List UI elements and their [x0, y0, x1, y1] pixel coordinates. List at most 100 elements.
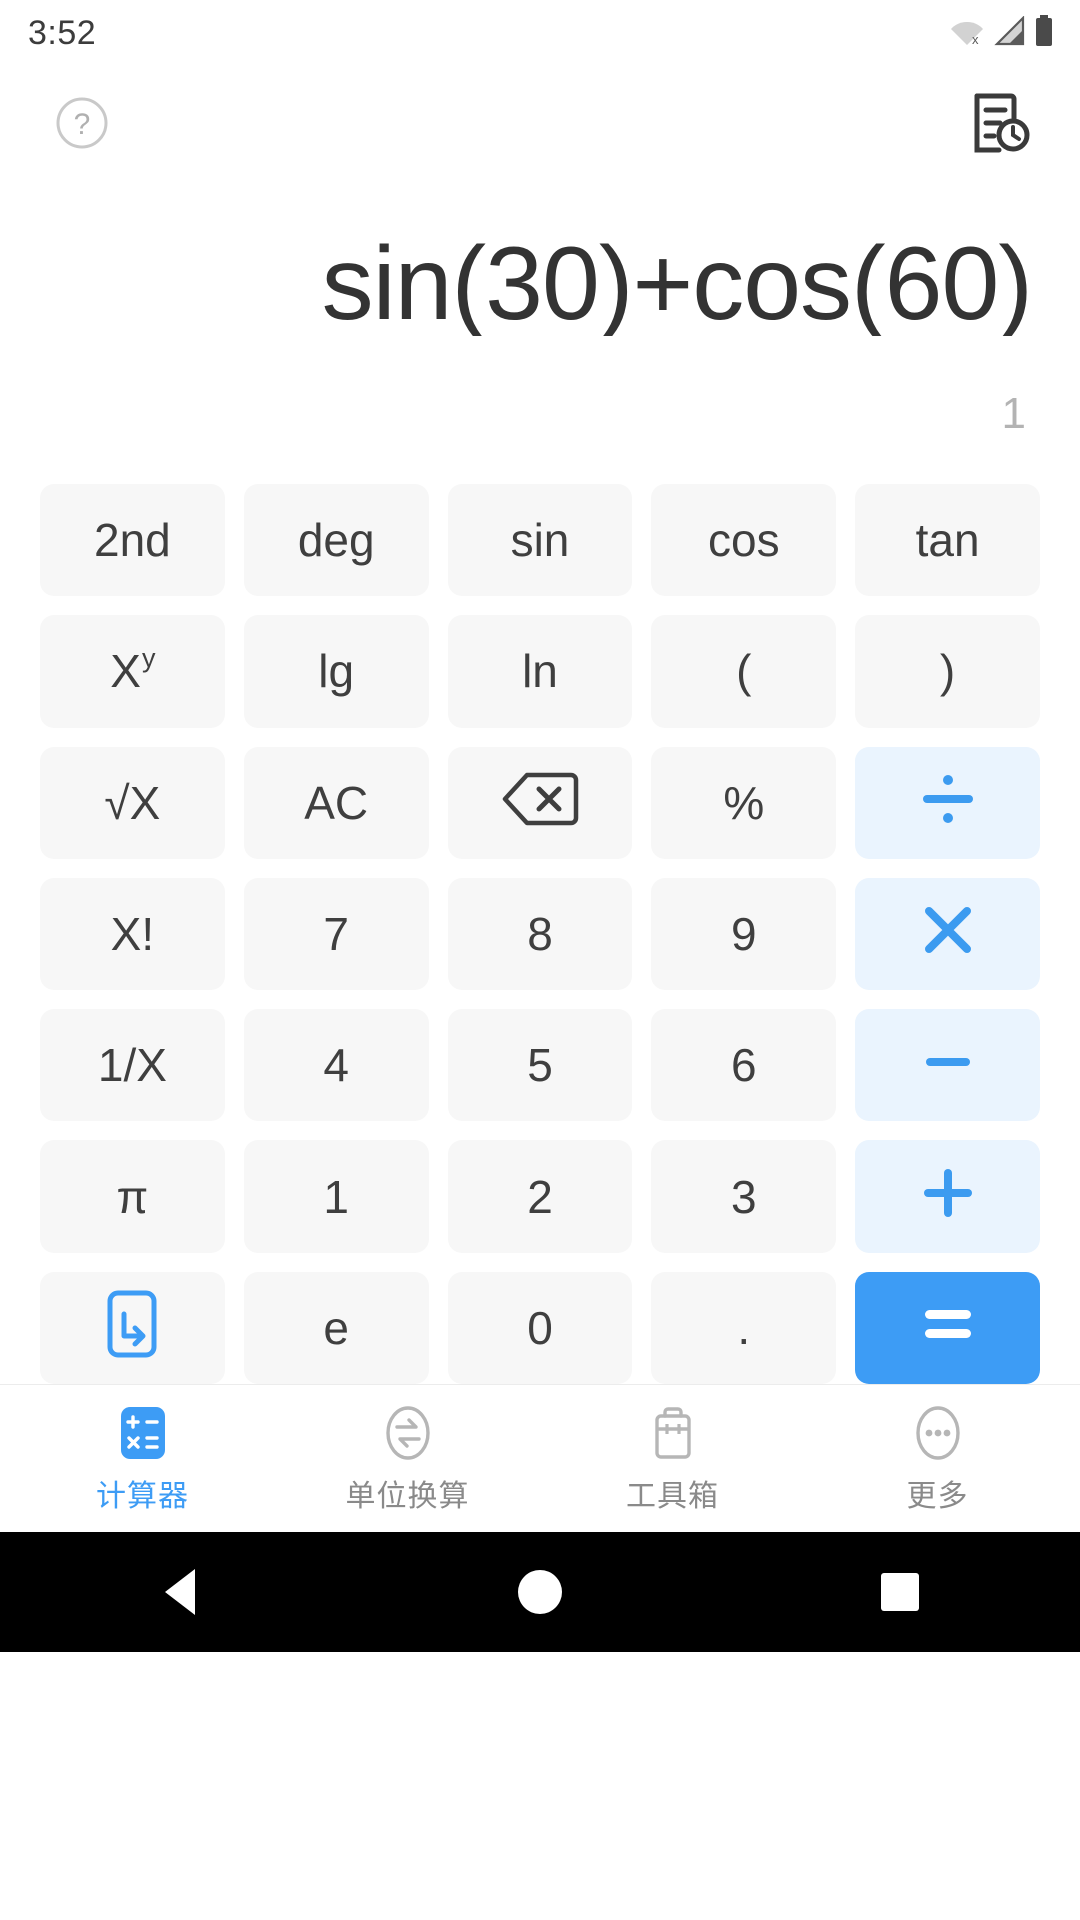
wifi-off-icon: x	[950, 16, 984, 51]
battery-icon	[1034, 14, 1054, 52]
svg-text:?: ?	[74, 108, 91, 141]
key-multiply[interactable]	[855, 877, 1040, 991]
key-label: lg	[318, 645, 355, 698]
key-minus[interactable]	[855, 1009, 1040, 1122]
key-3[interactable]: 3	[651, 1140, 837, 1253]
divide-icon	[919, 770, 977, 835]
recents-icon	[881, 1573, 919, 1611]
calculator-icon	[117, 1403, 169, 1461]
key-percent[interactable]: %	[651, 746, 837, 859]
status-icon-group: x	[950, 14, 1054, 52]
key-label: .	[737, 1301, 751, 1354]
backspace-icon	[501, 771, 579, 834]
key-label: 8	[527, 907, 553, 960]
key-4[interactable]: 4	[243, 1009, 429, 1122]
key-pi[interactable]: π	[40, 1140, 225, 1253]
status-bar: 3:52 x	[0, 0, 1080, 66]
minus-icon	[920, 1034, 976, 1097]
key-power[interactable]: Xy	[40, 615, 225, 728]
key-0[interactable]: 0	[447, 1271, 633, 1384]
key-label: 4	[323, 1039, 349, 1092]
help-circle-icon: ?	[55, 96, 109, 155]
key-label: (	[736, 645, 752, 698]
key-tan[interactable]: tan	[855, 484, 1040, 597]
key-collapse-keypad[interactable]	[40, 1271, 225, 1384]
key-factorial[interactable]: X!	[40, 877, 225, 991]
tab-label: 计算器	[96, 1479, 189, 1513]
android-back-button[interactable]	[120, 1532, 240, 1652]
calculator-app: 3:52 x ? sin(30)+cos(60) 1 2nd deg sin c…	[0, 0, 1080, 1920]
status-time: 3:52	[28, 13, 97, 52]
key-all-clear[interactable]: AC	[243, 746, 429, 859]
key-label: 1/X	[97, 1039, 167, 1092]
key-backspace[interactable]	[447, 746, 633, 859]
history-document-icon	[967, 90, 1033, 161]
android-home-button[interactable]	[480, 1532, 600, 1652]
more-dots-icon	[911, 1403, 965, 1461]
tab-label: 工具箱	[626, 1479, 719, 1513]
tab-label: 更多	[906, 1479, 969, 1513]
key-label: ln	[522, 645, 558, 698]
key-label: e	[323, 1301, 349, 1354]
bottom-tab-bar: 计算器 单位换算 工具箱 更多	[0, 1384, 1080, 1532]
key-label: %	[723, 776, 765, 829]
key-label: π	[116, 1170, 149, 1223]
key-sqrt[interactable]: √X	[40, 746, 225, 859]
android-recents-button[interactable]	[840, 1532, 960, 1652]
keypad: 2nd deg sin cos tan Xy lg ln () √X AC% X! 7 8 9 1/X 4 5 6 π…	[0, 484, 1080, 1384]
key-e[interactable]: e	[243, 1271, 429, 1384]
tab-unit-conversion[interactable]: 单位换算	[275, 1403, 540, 1515]
home-icon	[518, 1570, 562, 1614]
key-close-paren[interactable]: )	[855, 615, 1040, 728]
key-label: 2nd	[94, 514, 171, 567]
key-label: deg	[297, 514, 375, 567]
key-label: 9	[730, 907, 757, 960]
key-divide[interactable]	[855, 746, 1040, 859]
key-label: 2	[527, 1170, 553, 1223]
key-label: 7	[323, 907, 349, 960]
help-button[interactable]: ?	[54, 97, 110, 153]
key-label: X	[110, 645, 141, 698]
key-label-superscript: y	[141, 642, 156, 673]
key-deg[interactable]: deg	[243, 484, 429, 597]
key-open-paren[interactable]: (	[651, 615, 837, 728]
key-9[interactable]: 9	[651, 877, 837, 991]
key-reciprocal[interactable]: 1/X	[40, 1009, 225, 1122]
action-bar: ?	[0, 66, 1080, 184]
key-lg[interactable]: lg	[243, 615, 429, 728]
tab-more[interactable]: 更多	[805, 1403, 1070, 1515]
expression-text: sin(30)+cos(60)	[321, 226, 1032, 336]
key-ln[interactable]: ln	[447, 615, 633, 728]
arrow-down-right-box-icon	[102, 1288, 162, 1367]
key-decimal[interactable]: .	[651, 1271, 837, 1384]
key-1[interactable]: 1	[243, 1140, 429, 1253]
key-label: 1	[323, 1170, 349, 1223]
key-8[interactable]: 8	[447, 877, 633, 991]
key-6[interactable]: 6	[651, 1009, 837, 1122]
key-2[interactable]: 2	[447, 1140, 633, 1253]
display-area[interactable]: sin(30)+cos(60) 1	[0, 184, 1080, 484]
key-label: 0	[527, 1301, 553, 1354]
tab-toolbox[interactable]: 工具箱	[540, 1403, 805, 1515]
signal-icon	[993, 14, 1025, 51]
key-2nd[interactable]: 2nd	[40, 484, 225, 597]
back-icon	[165, 1569, 195, 1615]
key-cos[interactable]: cos	[651, 484, 837, 597]
key-7[interactable]: 7	[243, 877, 429, 991]
key-label: )	[939, 645, 956, 698]
result-text: 1	[1001, 389, 1026, 438]
key-plus[interactable]	[855, 1140, 1040, 1253]
toolbox-icon	[646, 1403, 700, 1461]
plus-icon	[919, 1164, 977, 1229]
tab-label: 单位换算	[345, 1479, 470, 1513]
history-button[interactable]	[964, 89, 1036, 161]
svg-text:x: x	[972, 32, 979, 46]
android-navigation-bar	[0, 1532, 1080, 1652]
key-sin[interactable]: sin	[447, 484, 633, 597]
key-equals[interactable]	[855, 1271, 1040, 1384]
key-5[interactable]: 5	[447, 1009, 633, 1122]
key-label: sin	[510, 514, 570, 567]
key-label: cos	[707, 514, 780, 567]
key-label: 5	[527, 1039, 553, 1092]
tab-calculator[interactable]: 计算器	[10, 1403, 275, 1515]
